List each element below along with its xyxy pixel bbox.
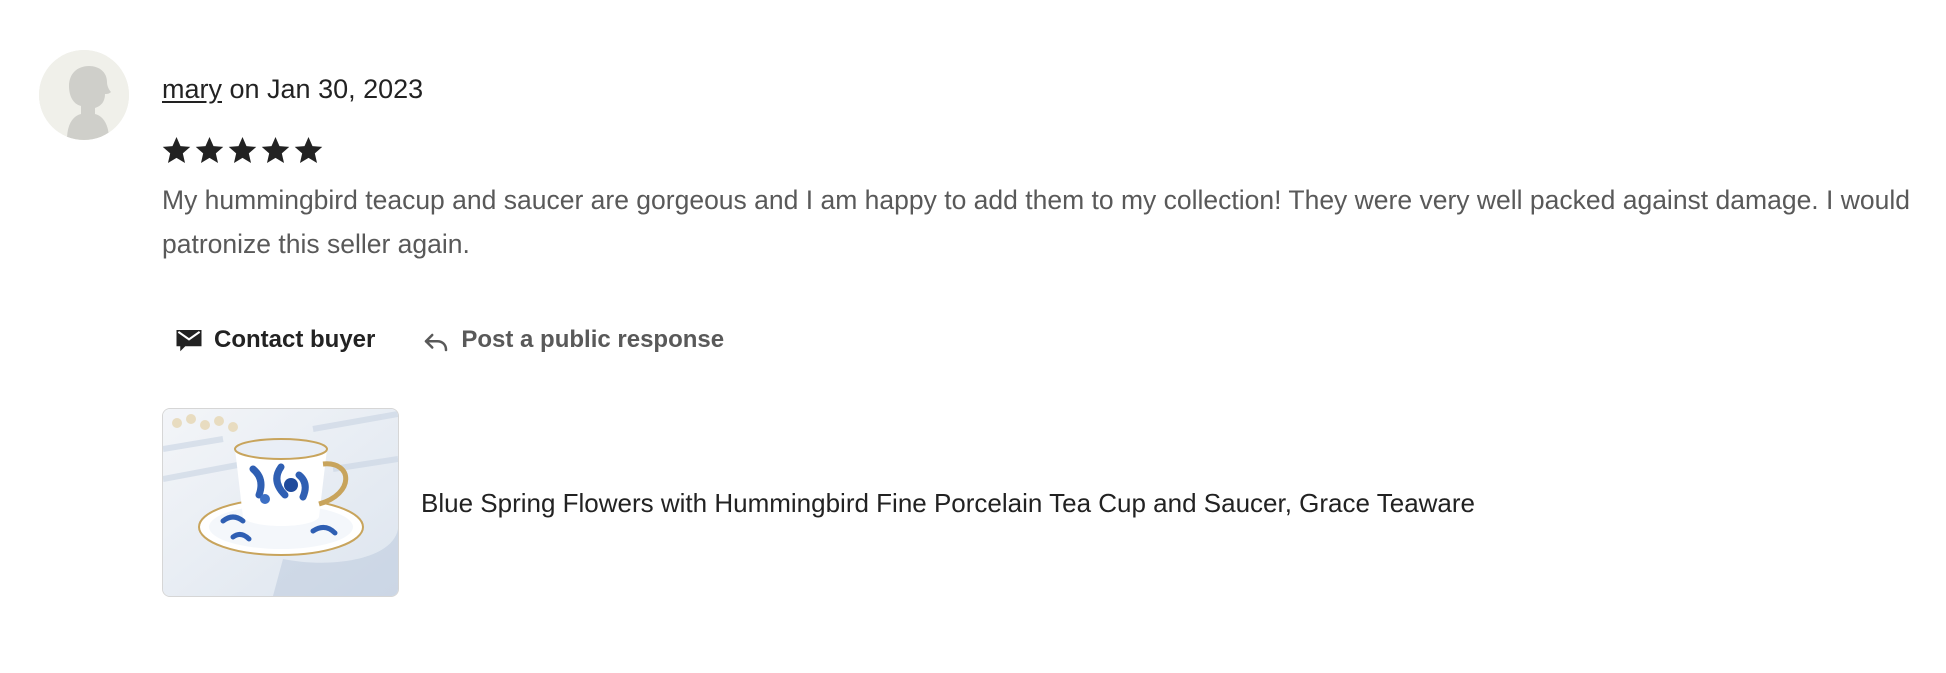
review-card: mary on Jan 30, 2023 My hummingbird teac… xyxy=(0,0,1946,673)
envelope-icon xyxy=(174,325,204,355)
listing-title[interactable]: Blue Spring Flowers with Hummingbird Fin… xyxy=(421,486,1475,520)
listing-thumbnail[interactable] xyxy=(162,408,399,597)
star-filled-icon xyxy=(226,134,259,167)
star-filled-icon xyxy=(292,134,325,167)
star-rating xyxy=(160,134,325,167)
post-public-response-label: Post a public response xyxy=(461,326,725,353)
avatar[interactable] xyxy=(39,50,129,140)
contact-buyer-button[interactable]: Contact buyer xyxy=(162,325,375,355)
review-text: My hummingbird teacup and saucer are gor… xyxy=(162,185,1910,259)
review-byline: mary on Jan 30, 2023 xyxy=(162,72,423,106)
star-filled-icon xyxy=(160,134,193,167)
review-date: on Jan 30, 2023 xyxy=(222,74,424,104)
star-filled-icon xyxy=(259,134,292,167)
user-silhouette-icon xyxy=(39,50,129,140)
listing-link[interactable]: Blue Spring Flowers with Hummingbird Fin… xyxy=(162,408,1475,597)
star-filled-icon xyxy=(193,134,226,167)
post-public-response-button[interactable]: Post a public response xyxy=(421,325,724,355)
review-actions: Contact buyer Post a public response xyxy=(162,320,724,360)
contact-buyer-label: Contact buyer xyxy=(214,326,376,353)
reply-arrow-icon xyxy=(421,325,451,355)
reviewer-name-link[interactable]: mary xyxy=(162,74,222,104)
teacup-image xyxy=(163,409,398,596)
